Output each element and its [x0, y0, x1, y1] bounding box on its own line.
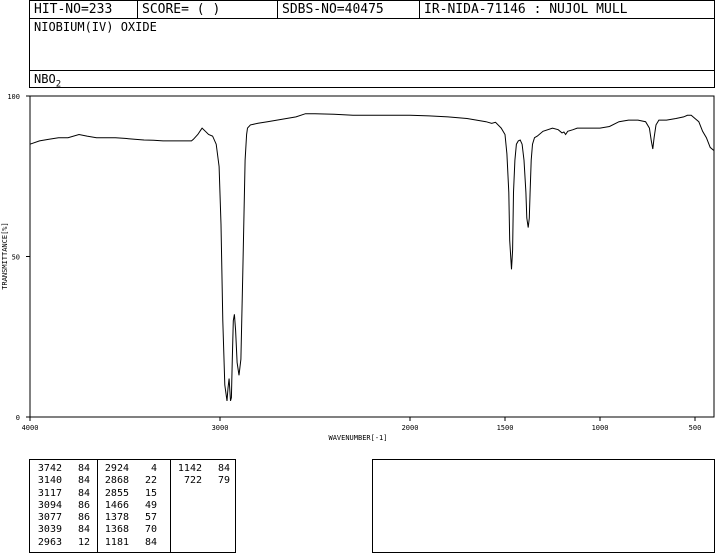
peak-row: 3117 84 — [36, 488, 90, 500]
peak-wavenumber: 3077 — [37, 512, 62, 524]
peak-wavenumber: 1368 — [104, 524, 129, 536]
peak-transmittance: 84 — [77, 475, 90, 487]
ir-spectrum-chart: 4000 3000 2000 1500 1000 500 0 50 100 WAVENUMBER… — [1, 93, 715, 442]
peak-transmittance: 49 — [144, 499, 157, 511]
axis-ticks: 4000 3000 2000 1500 1000 500 0 50 100 — [7, 93, 701, 432]
peak-row: 3140 84 — [36, 475, 90, 487]
peak-column-2: 2924 4 2868 22 2855 15 1466 49 1378 57 1368 70 1181 8… — [103, 463, 157, 549]
x-tick-label: 2000 — [402, 424, 419, 432]
peak-wavenumber: 3039 — [37, 524, 62, 536]
peak-table-box: 3742 84 3140 84 3117 84 3094 86 3077 86 3039 84 2963… — [29, 459, 236, 553]
y-tick-label: 50 — [12, 254, 20, 262]
peak-transmittance: 57 — [144, 512, 157, 524]
peak-table-divider-2 — [170, 460, 171, 552]
peak-table-divider-1 — [97, 460, 98, 552]
peak-row: 1378 57 — [103, 512, 157, 524]
peak-transmittance: 22 — [144, 475, 157, 487]
peak-transmittance: 15 — [144, 487, 157, 499]
peak-row: 1466 49 — [103, 500, 157, 512]
peak-wavenumber: 3117 — [37, 487, 62, 499]
peak-transmittance: 84 — [217, 463, 230, 474]
peak-transmittance: 84 — [77, 487, 90, 499]
peak-row: 1181 84 — [103, 537, 157, 549]
x-tick-label: 500 — [689, 424, 702, 432]
peak-transmittance: 84 — [144, 536, 157, 548]
peak-wavenumber: 1378 — [104, 512, 129, 524]
peak-transmittance: 86 — [77, 512, 90, 524]
peak-transmittance: 70 — [144, 524, 157, 536]
y-tick-label: 0 — [16, 414, 20, 422]
plot-frame — [29, 95, 715, 418]
peak-row: 3077 86 — [36, 512, 90, 524]
peak-transmittance: 79 — [217, 475, 230, 487]
peak-row: 1142 84 — [176, 463, 230, 475]
x-tick-label: 1500 — [497, 424, 514, 432]
peak-row: 722 79 — [176, 475, 230, 487]
peak-transmittance: 84 — [77, 524, 90, 536]
x-tick-label: 1000 — [592, 424, 609, 432]
peak-wavenumber: 3140 — [37, 475, 62, 487]
peak-wavenumber: 3094 — [37, 499, 62, 511]
peak-wavenumber: 3742 — [37, 463, 62, 474]
peak-row: 2924 4 — [103, 463, 157, 475]
peak-row: 3742 84 — [36, 463, 90, 475]
peak-row: 3094 86 — [36, 500, 90, 512]
peak-transmittance: 84 — [77, 463, 90, 474]
peak-transmittance: 4 — [150, 463, 157, 474]
y-axis-label: TRANSMITTANCE[%] — [1, 222, 9, 289]
peak-column-3: 1142 84 722 79 — [176, 463, 230, 488]
peak-wavenumber: 1181 — [104, 536, 129, 548]
structure-box — [372, 459, 715, 553]
peak-row: 1368 70 — [103, 524, 157, 536]
peak-wavenumber: 722 — [183, 475, 202, 487]
x-axis-label: WAVENUMBER[-1] — [328, 434, 387, 442]
peak-transmittance: 12 — [77, 536, 90, 548]
x-tick-label: 4000 — [22, 424, 39, 432]
peak-wavenumber: 2868 — [104, 475, 129, 487]
peak-wavenumber: 2963 — [37, 536, 62, 548]
peak-row: 2868 22 — [103, 475, 157, 487]
peak-wavenumber: 1142 — [177, 463, 202, 474]
peak-row: 2855 15 — [103, 488, 157, 500]
peak-column-1: 3742 84 3140 84 3117 84 3094 86 3077 86 3039 84 2963… — [36, 463, 90, 549]
peak-wavenumber: 1466 — [104, 499, 129, 511]
y-tick-label: 100 — [7, 93, 20, 101]
peak-row: 2963 12 — [36, 537, 90, 549]
peak-wavenumber: 2855 — [104, 487, 129, 499]
spectrum-line — [29, 113, 715, 402]
x-tick-label: 3000 — [212, 424, 229, 432]
peak-wavenumber: 2924 — [104, 463, 129, 474]
peak-row: 3039 84 — [36, 524, 90, 536]
peak-transmittance: 86 — [77, 499, 90, 511]
